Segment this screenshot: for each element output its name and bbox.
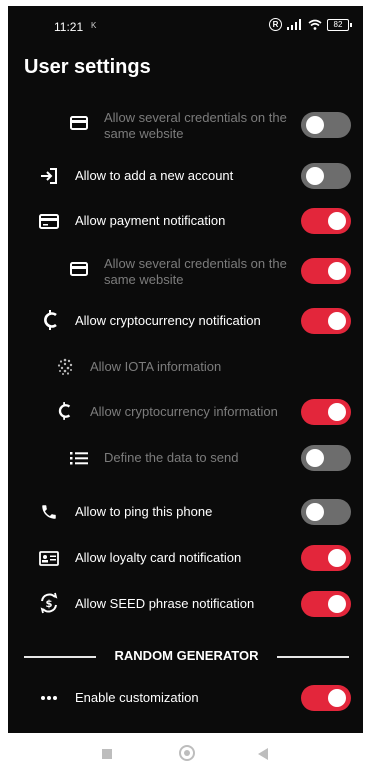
setting-label: Allow cryptocurrency notification [75,313,261,328]
random-generator-divider: RANDOM GENERATOR [24,648,349,664]
notification-k-icon: K [91,21,97,30]
setting-label: Define the data to send [104,450,239,465]
battery-icon: 82 [327,18,352,31]
setting-toggle[interactable] [301,308,351,334]
setting-row-iota-information: Allow IOTA information [8,356,363,378]
setting-toggle[interactable] [301,591,351,617]
setting-toggle[interactable] [301,545,351,571]
card-icon [68,112,90,134]
status-bar: 11:21 K R 82 [8,6,363,40]
crypto-coin-icon [54,400,76,422]
divider-line-right [277,656,349,658]
system-nav-bar [0,733,365,775]
recent-apps-button[interactable] [102,749,112,759]
phone-icon [38,501,60,523]
setting-toggle[interactable] [301,445,351,471]
page-title: User settings [24,56,151,78]
setting-row-crypto-notification: Allow cryptocurrency notification [8,308,363,334]
setting-row-payment-notification: Allow payment notification [8,208,363,234]
setting-row-seed-phrase: $ Allow SEED phrase notification [8,591,363,617]
setting-label: Allow cryptocurrency information [90,404,278,419]
more-dots-icon [38,687,60,709]
setting-toggle[interactable] [301,112,351,138]
setting-row-loyalty-card: Allow loyalty card notification [8,545,363,571]
setting-row-several-credentials-1: Allow several credentials on the same we… [8,108,363,142]
svg-text:$: $ [46,599,53,610]
back-button[interactable] [258,748,268,760]
setting-toggle[interactable] [301,399,351,425]
setting-row-define-data: Define the data to send [8,445,363,471]
setting-label: Allow several credentials on the same we… [104,256,287,287]
setting-row-customization: Enable customization [8,685,363,711]
list-icon [68,447,90,469]
setting-row-ping-phone: Allow to ping this phone [8,499,363,525]
app-screen: 11:21 K R 82 User settings Allow several… [8,6,363,733]
setting-row-add-account: Allow to add a new account [8,163,363,189]
home-button[interactable] [179,745,195,761]
registered-icon: R [269,18,282,31]
setting-toggle[interactable] [301,208,351,234]
setting-row-crypto-information: Allow cryptocurrency information [8,399,363,425]
crypto-coin-icon [40,309,62,331]
wifi-icon [308,19,322,30]
setting-label: Allow loyalty card notification [75,550,242,565]
setting-label: Allow IOTA information [90,359,222,374]
credit-card-icon [38,210,60,232]
setting-row-several-credentials-2: Allow several credentials on the same we… [8,254,363,288]
signal-icon [287,19,301,30]
setting-label: Enable customization [75,690,199,705]
setting-label: Allow several credentials on the same we… [104,110,287,141]
id-card-icon [38,547,60,569]
setting-toggle[interactable] [301,258,351,284]
iota-icon [54,356,76,378]
status-time: 11:21 [54,20,84,34]
status-right: R 82 [269,18,352,31]
setting-toggle[interactable] [301,163,351,189]
setting-label: Allow payment notification [75,213,226,228]
setting-toggle[interactable] [301,685,351,711]
login-arrow-icon [38,165,60,187]
card-icon [68,258,90,280]
sync-dollar-icon: $ [38,592,60,614]
setting-toggle[interactable] [301,499,351,525]
setting-label: Allow SEED phrase notification [75,596,255,611]
setting-label: Allow to add a new account [75,168,234,183]
setting-label: Allow to ping this phone [75,504,213,519]
